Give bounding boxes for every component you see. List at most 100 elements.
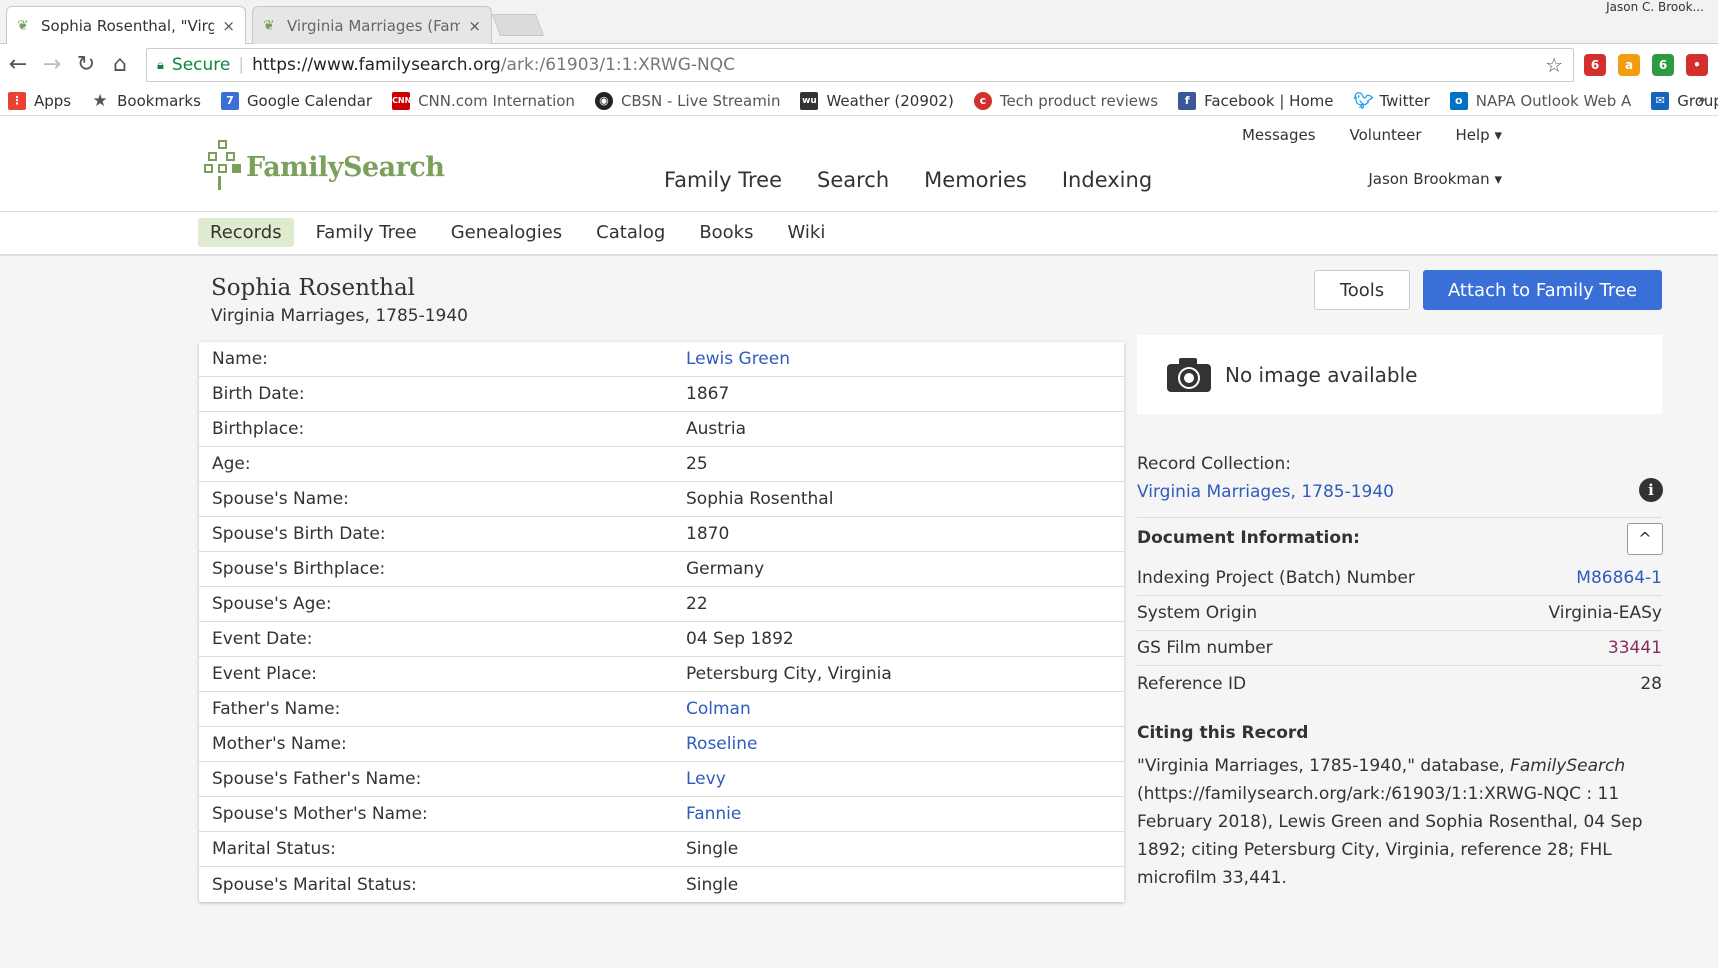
field-label: Father's Name:	[212, 699, 341, 719]
field-label: Spouse's Age:	[212, 594, 332, 614]
table-row: Spouse's Name: Sophia Rosenthal	[199, 482, 1124, 517]
help-menu[interactable]: Help ▾	[1456, 126, 1503, 144]
bookmark-cnn[interactable]: CNN CNN.com Internation	[392, 91, 575, 110]
doc-label: GS Film number	[1137, 638, 1273, 658]
bookmark-napa-outlook[interactable]: o NAPA Outlook Web A	[1449, 91, 1632, 110]
new-tab-button[interactable]	[491, 14, 545, 36]
site-header: FamilySearch Family Tree Search Memories…	[0, 116, 1718, 212]
subnav-family-tree[interactable]: Family Tree	[304, 218, 429, 247]
user-menu[interactable]: Jason Brookman ▾	[1368, 170, 1502, 188]
table-row: Spouse's Father's Name: Levy	[199, 762, 1124, 797]
no-image-text: No image available	[1225, 362, 1418, 387]
familysearch-logo[interactable]: FamilySearch	[204, 140, 445, 194]
table-row: System Origin Virginia-EASy	[1137, 596, 1662, 631]
main-nav: Family Tree Search Memories Indexing	[664, 168, 1152, 192]
back-arrow-icon[interactable]: ←	[6, 53, 30, 77]
tab-close-icon[interactable]: ×	[222, 17, 235, 35]
field-label: Spouse's Birth Date:	[212, 524, 386, 544]
browser-toolbar: ← → ↻ ⌂ 🔒︎ Secure | https://www.familyse…	[0, 44, 1718, 86]
messages-link[interactable]: Messages	[1242, 126, 1316, 144]
bookmark-weather[interactable]: wu Weather (20902)	[800, 91, 954, 110]
calendar-icon: 7	[220, 91, 239, 110]
bookmark-star-icon[interactable]: ☆	[1545, 53, 1563, 77]
tools-button[interactable]: Tools	[1314, 270, 1410, 310]
field-label: Mother's Name:	[212, 734, 347, 754]
adblock-extension-icon[interactable]: 6	[1584, 54, 1606, 76]
bookmark-label: NAPA Outlook Web A	[1475, 91, 1632, 110]
collapse-chevron-up-icon[interactable]: ^	[1627, 523, 1663, 555]
tree-logo-icon	[204, 140, 244, 194]
subnav-catalog[interactable]: Catalog	[584, 218, 677, 247]
nav-search[interactable]: Search	[817, 168, 889, 192]
facebook-icon: f	[1178, 91, 1197, 110]
table-row: Marital Status: Single	[199, 832, 1124, 867]
cbs-eye-icon: ◉	[594, 91, 613, 110]
logo-text: FamilySearch	[246, 151, 445, 183]
bookmark-label: Weather (20902)	[826, 91, 954, 110]
bookmark-cbsn[interactable]: ◉ CBSN - Live Streamin	[594, 91, 780, 110]
red-extension-icon[interactable]: •	[1686, 54, 1708, 76]
field-value-link[interactable]: Levy	[686, 769, 726, 789]
table-row: Spouse's Marital Status: Single	[199, 867, 1124, 902]
field-value-link[interactable]: Lewis Green	[686, 349, 790, 369]
field-label: Spouse's Name:	[212, 489, 349, 509]
subnav-books[interactable]: Books	[687, 218, 765, 247]
green-extension-icon[interactable]: 6	[1652, 54, 1674, 76]
secure-label: Secure	[171, 55, 231, 75]
bookmark-google-calendar[interactable]: 7 Google Calendar	[220, 91, 372, 110]
address-bar[interactable]: 🔒︎ Secure | https://www.familysearch.org…	[146, 48, 1574, 82]
table-row: Father's Name: Colman	[199, 692, 1124, 727]
forward-arrow-icon[interactable]: →	[40, 53, 64, 77]
field-value: Sophia Rosenthal	[686, 489, 834, 509]
browser-tab-inactive[interactable]: ❦ Virginia Marriages (Famil ×	[252, 6, 492, 44]
amazon-extension-icon[interactable]: a	[1618, 54, 1640, 76]
table-row: Birthplace: Austria	[199, 412, 1124, 447]
batch-number-link[interactable]: M86864-1	[1576, 568, 1662, 588]
record-collection-link[interactable]: Virginia Marriages, 1785-1940	[1137, 482, 1394, 502]
attach-to-family-tree-button[interactable]: Attach to Family Tree	[1423, 270, 1662, 310]
cnn-icon: CNN	[392, 91, 411, 110]
nav-family-tree[interactable]: Family Tree	[664, 168, 782, 192]
bookmarks-overflow-button[interactable]: »	[1697, 92, 1706, 108]
outlook-icon: o	[1449, 91, 1468, 110]
home-icon[interactable]: ⌂	[108, 53, 132, 77]
tab-close-icon[interactable]: ×	[468, 17, 481, 35]
subnav-genealogies[interactable]: Genealogies	[439, 218, 574, 247]
table-row: Name: Lewis Green	[199, 342, 1124, 377]
bookmark-facebook[interactable]: f Facebook | Home	[1178, 91, 1333, 110]
twitter-icon: 🐦︎	[1353, 90, 1374, 110]
record-collection-label: Record Collection:	[1137, 454, 1291, 474]
field-value: Single	[686, 839, 739, 859]
extension-icons: 6 a 6 •	[1584, 54, 1708, 76]
nav-memories[interactable]: Memories	[924, 168, 1027, 192]
reload-icon[interactable]: ↻	[74, 53, 98, 77]
subnav-wiki[interactable]: Wiki	[776, 218, 838, 247]
browser-tab-active[interactable]: ❦ Sophia Rosenthal, "Virgin ×	[6, 6, 246, 44]
film-number-link[interactable]: 33441	[1608, 638, 1662, 658]
field-value-link[interactable]: Fannie	[686, 804, 741, 824]
field-label: Event Date:	[212, 629, 313, 649]
bookmark-bookmarks[interactable]: ★ Bookmarks	[91, 92, 201, 110]
bookmark-label: Tech product reviews	[999, 91, 1159, 110]
bookmark-tech-reviews[interactable]: c Tech product reviews	[973, 91, 1159, 110]
record-fields-table: Name: Lewis Green Birth Date: 1867 Birthpl…	[199, 342, 1124, 902]
field-value-link[interactable]: Colman	[686, 699, 751, 719]
bookmark-groupwise[interactable]: ✉GroupWise	[1651, 91, 1718, 110]
record-title: Sophia Rosenthal	[211, 275, 416, 301]
utility-nav: Messages Volunteer Help ▾	[1242, 126, 1502, 144]
table-row: Event Place: Petersburg City, Virginia	[199, 657, 1124, 692]
url-host: https://www.familysearch.org	[252, 55, 501, 75]
bookmark-apps[interactable]: ⋮ Apps	[8, 91, 71, 110]
nav-indexing[interactable]: Indexing	[1062, 168, 1152, 192]
citation-pre: "Virginia Marriages, 1785-1940," databas…	[1137, 756, 1511, 776]
field-value-link[interactable]: Roseline	[686, 734, 757, 754]
profile-name[interactable]: Jason C. Brook...	[1606, 0, 1704, 14]
subnav-records[interactable]: Records	[198, 218, 294, 247]
table-row: Spouse's Birth Date: 1870	[199, 517, 1124, 552]
info-icon[interactable]: i	[1639, 478, 1663, 502]
volunteer-link[interactable]: Volunteer	[1350, 126, 1422, 144]
bookmark-twitter[interactable]: 🐦︎ Twitter	[1353, 90, 1429, 110]
field-label: Birth Date:	[212, 384, 305, 404]
citing-heading: Citing this Record	[1137, 723, 1309, 743]
document-information-heading: Document Information:	[1137, 528, 1360, 548]
